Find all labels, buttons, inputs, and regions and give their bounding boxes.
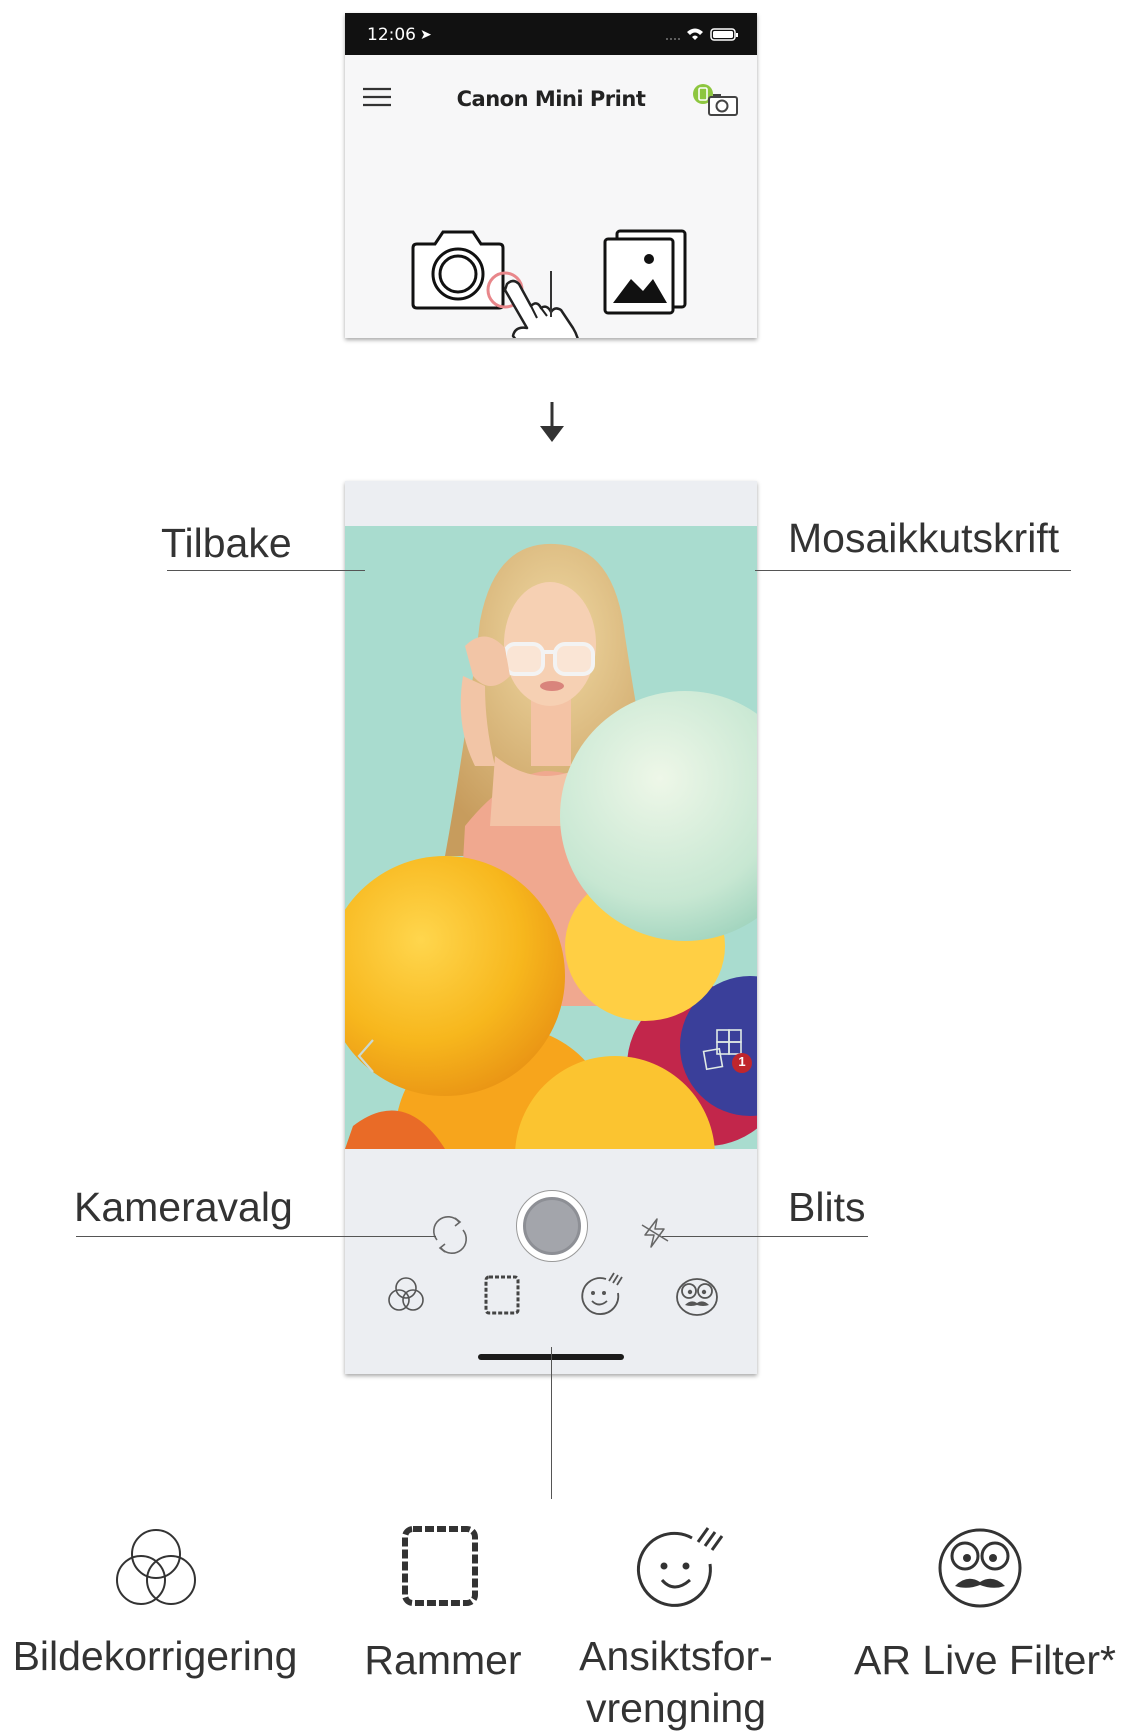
ar-face-mustache-icon: [938, 1528, 1022, 1608]
callout-flash-label: Blits: [788, 1184, 866, 1230]
callout-camera-select-label: Kameravalg: [74, 1184, 293, 1230]
feature-label-frames: Rammer: [364, 1637, 522, 1683]
status-time: 12:06: [367, 25, 416, 45]
status-icons: [666, 28, 738, 41]
face-distortion-icon: [636, 1527, 724, 1607]
camera-viewfinder[interactable]: [345, 526, 757, 1149]
color-circles-icon[interactable]: [382, 1271, 430, 1319]
frame-icon: [402, 1526, 478, 1606]
location-icon: ➤: [420, 26, 432, 42]
callout-mosaic-line: [755, 570, 1071, 571]
feature-label-face-distortion-cont: vrengning: [585, 1685, 767, 1731]
shutter-inner: [523, 1197, 581, 1255]
color-circles-icon: [116, 1529, 196, 1605]
callout-camera-select-line: [76, 1236, 436, 1237]
mosaic-badge: 1: [738, 1054, 746, 1069]
callout-flash-line: [662, 1236, 868, 1237]
flash-off-icon[interactable]: [637, 1215, 673, 1251]
face-distortion-icon[interactable]: [576, 1271, 624, 1319]
callout-tools-line: [551, 1347, 552, 1499]
arrow-down-icon: [540, 402, 564, 442]
mosaic-grid-icon[interactable]: [701, 1026, 757, 1078]
shutter-button[interactable]: [516, 1190, 588, 1262]
callout-mosaic-label: Mosaikkutskrift: [788, 515, 1060, 561]
frame-icon[interactable]: [478, 1271, 526, 1319]
app-header: Canon Mini Print: [345, 55, 757, 127]
feature-label-ar-filter: AR Live Filter*: [853, 1637, 1116, 1683]
home-screen: 12:06 ➤ Canon Mini Print: [345, 13, 757, 338]
status-bar: 12:06 ➤: [345, 13, 757, 55]
callout-back-label: Tilbake: [161, 520, 292, 566]
camera-flip-icon[interactable]: [429, 1214, 471, 1256]
gallery-icon[interactable]: [601, 227, 689, 317]
printer-status-icon[interactable]: [691, 83, 741, 119]
feature-label-face-distortion: Ansiktsfor-: [579, 1633, 773, 1679]
feature-label-enhance: Bildekorrigering: [12, 1633, 298, 1679]
tap-hand-icon: [486, 271, 579, 338]
divider: [550, 271, 552, 317]
callout-back-line: [167, 570, 365, 571]
ar-face-mustache-icon[interactable]: [673, 1271, 721, 1319]
camera-screen: 1: [345, 481, 757, 1374]
chevron-left-icon[interactable]: [345, 1026, 389, 1086]
